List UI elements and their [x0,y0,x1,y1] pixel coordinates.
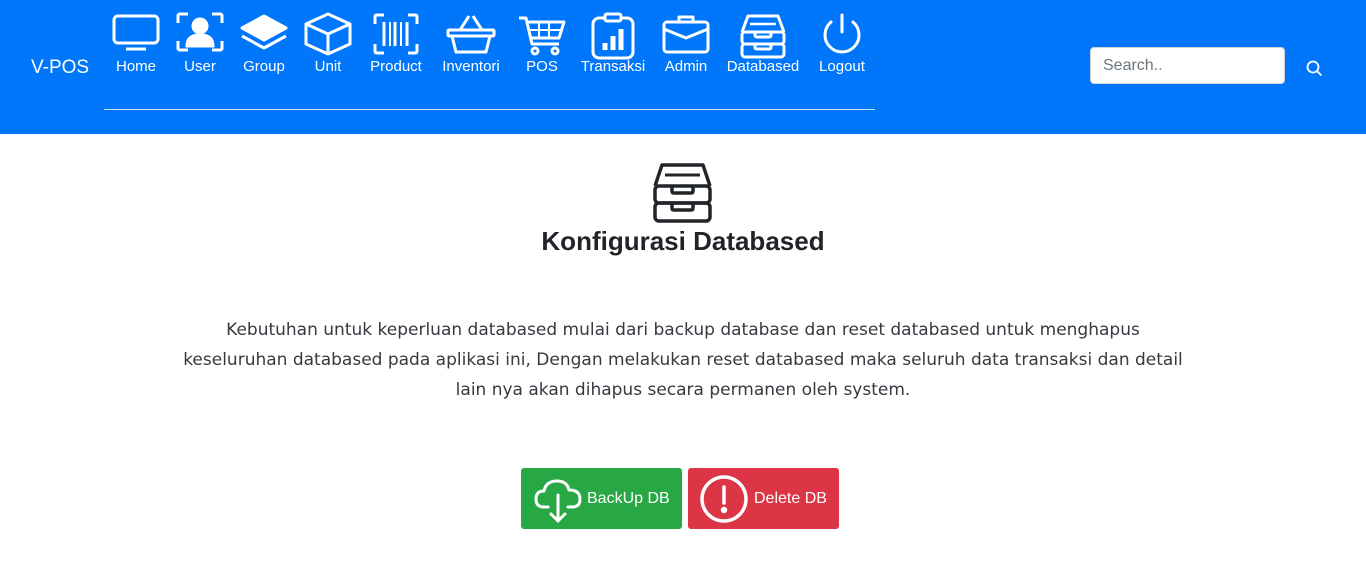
clipboard-chart-icon [591,12,635,60]
monitor-icon [112,14,160,51]
page-description: Kebutuhan untuk keperluan databased mula… [183,320,1183,400]
inbox-stack-icon [740,14,786,59]
nav-label-pos: POS [526,58,558,75]
nav-label-admin: Admin [664,58,708,75]
backup-db-button[interactable]: BackUp DB [521,468,682,529]
nav-item-unit[interactable]: Unit [302,12,354,92]
nav-item-pos[interactable]: POS [516,12,568,92]
barcode-icon [373,13,419,55]
power-icon [823,13,861,54]
nav-label-home: Home [115,58,156,75]
nav-item-admin[interactable]: Admin [658,12,714,92]
nav-item-user[interactable]: User [174,12,226,92]
search-input[interactable] [1090,47,1285,84]
nav-label-transaksi: Transaksi [580,58,646,75]
nav-divider [104,109,875,110]
nav-item-logout[interactable]: Logout [814,12,870,92]
cart-icon [519,16,566,56]
delete-db-label: Delete DB [754,489,827,507]
nav-item-home[interactable]: Home [110,12,162,92]
basket-icon [446,15,496,54]
nav-item-group[interactable]: Group [238,12,290,92]
briefcase-icon [662,15,710,54]
nav-item-databased[interactable]: Databased [724,12,802,92]
nav-item-product[interactable]: Product [366,12,426,92]
search-icon [1306,60,1322,76]
layers-icon [240,14,288,50]
user-scan-icon [176,12,224,52]
nav-menu: Home User Group Unit Product Inventori P… [104,12,875,110]
search-button[interactable] [1300,54,1328,82]
page-title: Konfigurasi Databased [541,226,825,256]
nav-label-unit: Unit [314,58,342,75]
navbar: V-POS Home User Group Unit Product Inven… [0,0,1366,134]
nav-label-user: User [184,58,216,75]
nav-label-group: Group [243,58,285,75]
nav-item-transaksi[interactable]: Transaksi [580,12,646,92]
exclamation-circle-icon [700,474,748,523]
nav-label-product: Product [370,58,422,75]
nav-item-inventori[interactable]: Inventori [438,12,504,92]
backup-db-label: BackUp DB [587,489,670,507]
nav-label-inventori: Inventori [442,58,500,75]
nav-label-logout: Logout [819,58,865,75]
delete-db-button[interactable]: Delete DB [688,468,839,529]
box-icon [304,12,352,56]
nav-label-databased: Databased [726,58,800,75]
inbox-stack-icon [653,163,712,223]
cloud-download-icon [534,479,582,522]
brand-logo[interactable]: V-POS [31,57,89,79]
